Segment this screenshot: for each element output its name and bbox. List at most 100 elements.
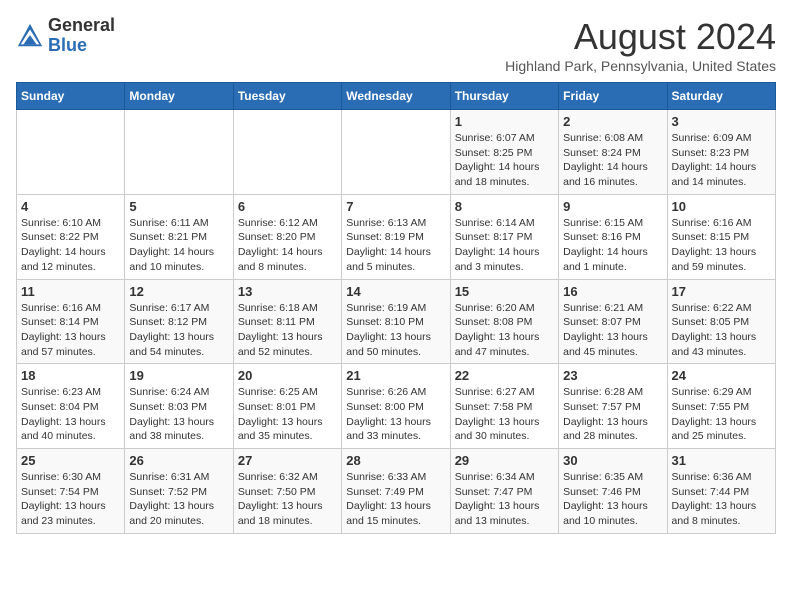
calendar-cell: 26Sunrise: 6:31 AM Sunset: 7:52 PM Dayli… <box>125 449 233 534</box>
logo: General Blue <box>16 16 115 56</box>
day-info: Sunrise: 6:14 AM Sunset: 8:17 PM Dayligh… <box>455 216 554 275</box>
calendar-cell: 15 Sunrise: 6:20 AM Sunset: 8:08 PM Dayli… <box>450 279 558 364</box>
day-info: Sunrise: 6:07 AM Sunset: 8:25 PM Dayligh… <box>455 131 554 190</box>
day-number: 25 <box>21 453 120 468</box>
calendar-cell: 10 Sunrise: 6:16 AM Sunset: 8:15 PM Dayli… <box>667 194 775 279</box>
calendar-cell: 29 Sunrise: 6:34 AM Sunset: 7:47 PM Dayli… <box>450 449 558 534</box>
calendar-cell: 30 Sunrise: 6:35 AM Sunset: 7:46 PM Dayli… <box>559 449 667 534</box>
day-number: 12 <box>129 284 228 299</box>
weekday-header-sunday: Sunday <box>17 83 125 110</box>
day-info: Sunrise: 6:10 AM Sunset: 8:22 PM Dayligh… <box>21 216 120 275</box>
day-info: Sunrise: 6:36 AM Sunset: 7:44 PM Dayligh… <box>672 470 771 529</box>
day-number: 22 <box>455 368 554 383</box>
day-number: 4 <box>21 199 120 214</box>
calendar-cell: 24 Sunrise: 6:29 AM Sunset: 7:55 PM Dayli… <box>667 364 775 449</box>
day-number: 24 <box>672 368 771 383</box>
calendar-cell: 3 Sunrise: 6:09 AM Sunset: 8:23 PM Daylig… <box>667 110 775 195</box>
day-info: Sunrise: 6:33 AM Sunset: 7:49 PM Dayligh… <box>346 470 445 529</box>
calendar-cell: 9Sunrise: 6:15 AM Sunset: 8:16 PM Daylig… <box>559 194 667 279</box>
logo-blue-text: Blue <box>48 35 87 55</box>
calendar-table: SundayMondayTuesdayWednesdayThursdayFrid… <box>16 82 776 534</box>
day-number: 13 <box>238 284 337 299</box>
day-info: Sunrise: 6:11 AM Sunset: 8:21 PM Dayligh… <box>129 216 228 275</box>
day-number: 27 <box>238 453 337 468</box>
day-info: Sunrise: 6:32 AM Sunset: 7:50 PM Dayligh… <box>238 470 337 529</box>
calendar-cell: 25 Sunrise: 6:30 AM Sunset: 7:54 PM Dayli… <box>17 449 125 534</box>
day-number: 21 <box>346 368 445 383</box>
day-number: 11 <box>21 284 120 299</box>
day-number: 20 <box>238 368 337 383</box>
weekday-header-wednesday: Wednesday <box>342 83 450 110</box>
calendar-cell: 13 Sunrise: 6:18 AM Sunset: 8:11 PM Dayli… <box>233 279 341 364</box>
calendar-cell: 22 Sunrise: 6:27 AM Sunset: 7:58 PM Dayli… <box>450 364 558 449</box>
calendar-cell: 23 Sunrise: 6:28 AM Sunset: 7:57 PM Dayli… <box>559 364 667 449</box>
calendar-cell <box>233 110 341 195</box>
weekday-header-saturday: Saturday <box>667 83 775 110</box>
calendar-cell: 11 Sunrise: 6:16 AM Sunset: 8:14 PM Dayli… <box>17 279 125 364</box>
logo-icon <box>16 22 44 50</box>
day-info: Sunrise: 6:29 AM Sunset: 7:55 PM Dayligh… <box>672 385 771 444</box>
calendar-cell: 18Sunrise: 6:23 AM Sunset: 8:04 PM Dayli… <box>17 364 125 449</box>
title-block: August 2024 Highland Park, Pennsylvania,… <box>505 16 776 74</box>
calendar-cell <box>17 110 125 195</box>
day-number: 6 <box>238 199 337 214</box>
day-info: Sunrise: 6:30 AM Sunset: 7:54 PM Dayligh… <box>21 470 120 529</box>
day-info: Sunrise: 6:19 AM Sunset: 8:10 PM Dayligh… <box>346 301 445 360</box>
day-info: Sunrise: 6:09 AM Sunset: 8:23 PM Dayligh… <box>672 131 771 190</box>
calendar-cell: 21 Sunrise: 6:26 AM Sunset: 8:00 PM Dayli… <box>342 364 450 449</box>
calendar-cell <box>125 110 233 195</box>
day-info: Sunrise: 6:34 AM Sunset: 7:47 PM Dayligh… <box>455 470 554 529</box>
day-number: 16 <box>563 284 662 299</box>
day-number: 15 <box>455 284 554 299</box>
day-number: 19 <box>129 368 228 383</box>
day-number: 28 <box>346 453 445 468</box>
day-info: Sunrise: 6:28 AM Sunset: 7:57 PM Dayligh… <box>563 385 662 444</box>
day-number: 1 <box>455 114 554 129</box>
weekday-header-friday: Friday <box>559 83 667 110</box>
calendar-cell: 28 Sunrise: 6:33 AM Sunset: 7:49 PM Dayli… <box>342 449 450 534</box>
calendar-cell: 4 Sunrise: 6:10 AM Sunset: 8:22 PM Daylig… <box>17 194 125 279</box>
day-info: Sunrise: 6:18 AM Sunset: 8:11 PM Dayligh… <box>238 301 337 360</box>
calendar-week-row-2: 4 Sunrise: 6:10 AM Sunset: 8:22 PM Daylig… <box>17 194 776 279</box>
calendar-cell <box>342 110 450 195</box>
calendar-cell: 1 Sunrise: 6:07 AM Sunset: 8:25 PM Daylig… <box>450 110 558 195</box>
day-info: Sunrise: 6:17 AM Sunset: 8:12 PM Dayligh… <box>129 301 228 360</box>
page-header: General Blue August 2024 Highland Park, … <box>16 16 776 74</box>
calendar-cell: 7Sunrise: 6:13 AM Sunset: 8:19 PM Daylig… <box>342 194 450 279</box>
day-number: 3 <box>672 114 771 129</box>
day-info: Sunrise: 6:35 AM Sunset: 7:46 PM Dayligh… <box>563 470 662 529</box>
day-info: Sunrise: 6:20 AM Sunset: 8:08 PM Dayligh… <box>455 301 554 360</box>
location-text: Highland Park, Pennsylvania, United Stat… <box>505 58 776 74</box>
calendar-cell: 19 Sunrise: 6:24 AM Sunset: 8:03 PM Dayli… <box>125 364 233 449</box>
weekday-header-row: SundayMondayTuesdayWednesdayThursdayFrid… <box>17 83 776 110</box>
day-number: 8 <box>455 199 554 214</box>
day-info: Sunrise: 6:27 AM Sunset: 7:58 PM Dayligh… <box>455 385 554 444</box>
day-info: Sunrise: 6:22 AM Sunset: 8:05 PM Dayligh… <box>672 301 771 360</box>
weekday-header-monday: Monday <box>125 83 233 110</box>
day-info: Sunrise: 6:16 AM Sunset: 8:15 PM Dayligh… <box>672 216 771 275</box>
day-number: 10 <box>672 199 771 214</box>
day-info: Sunrise: 6:24 AM Sunset: 8:03 PM Dayligh… <box>129 385 228 444</box>
calendar-cell: 8 Sunrise: 6:14 AM Sunset: 8:17 PM Daylig… <box>450 194 558 279</box>
day-info: Sunrise: 6:25 AM Sunset: 8:01 PM Dayligh… <box>238 385 337 444</box>
day-info: Sunrise: 6:23 AM Sunset: 8:04 PM Dayligh… <box>21 385 120 444</box>
day-info: Sunrise: 6:26 AM Sunset: 8:00 PM Dayligh… <box>346 385 445 444</box>
calendar-cell: 16Sunrise: 6:21 AM Sunset: 8:07 PM Dayli… <box>559 279 667 364</box>
day-number: 29 <box>455 453 554 468</box>
day-number: 23 <box>563 368 662 383</box>
calendar-cell: 12 Sunrise: 6:17 AM Sunset: 8:12 PM Dayli… <box>125 279 233 364</box>
calendar-cell: 5Sunrise: 6:11 AM Sunset: 8:21 PM Daylig… <box>125 194 233 279</box>
weekday-header-tuesday: Tuesday <box>233 83 341 110</box>
calendar-cell: 17 Sunrise: 6:22 AM Sunset: 8:05 PM Dayli… <box>667 279 775 364</box>
logo-text: General Blue <box>48 16 115 56</box>
day-number: 14 <box>346 284 445 299</box>
day-number: 17 <box>672 284 771 299</box>
day-info: Sunrise: 6:16 AM Sunset: 8:14 PM Dayligh… <box>21 301 120 360</box>
day-info: Sunrise: 6:12 AM Sunset: 8:20 PM Dayligh… <box>238 216 337 275</box>
day-number: 30 <box>563 453 662 468</box>
day-number: 26 <box>129 453 228 468</box>
calendar-cell: 27 Sunrise: 6:32 AM Sunset: 7:50 PM Dayli… <box>233 449 341 534</box>
calendar-week-row-3: 11 Sunrise: 6:16 AM Sunset: 8:14 PM Dayli… <box>17 279 776 364</box>
logo-general-text: General <box>48 15 115 35</box>
calendar-cell: 14 Sunrise: 6:19 AM Sunset: 8:10 PM Dayli… <box>342 279 450 364</box>
